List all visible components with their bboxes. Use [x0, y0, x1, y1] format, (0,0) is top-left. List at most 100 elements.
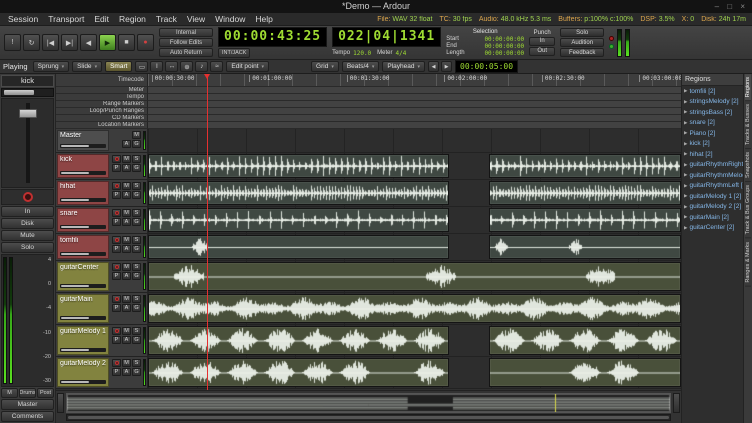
record-enable-button[interactable] [112, 236, 121, 244]
track-header-hihat[interactable]: hihatMSPAG [56, 180, 148, 206]
audio-region[interactable] [148, 326, 449, 355]
track-s-button[interactable]: S [132, 263, 141, 271]
track-m-button[interactable]: M [122, 263, 131, 271]
gain-slider[interactable] [1, 88, 54, 97]
audio-region[interactable] [148, 235, 449, 259]
ruler-label-range-markers[interactable]: Range Markers [56, 101, 148, 108]
region-list-item[interactable]: ▶tomfili [2] [682, 86, 743, 97]
mute-button[interactable]: Mute [1, 230, 54, 241]
disk-button[interactable]: Disk [1, 218, 54, 229]
sync-button[interactable]: INT/JACK [218, 48, 250, 58]
track-gain-fader[interactable] [60, 198, 106, 202]
mode-follow-edits[interactable]: Follow Edits [159, 38, 213, 47]
output-button[interactable]: Master [1, 399, 54, 410]
fader-panel[interactable] [1, 98, 54, 188]
region-list-item[interactable]: ▶guitarRhythmRight [2] [682, 160, 743, 171]
edit-mode-select[interactable]: Slide [72, 61, 102, 72]
mode-auto-return[interactable]: Auto Return [159, 48, 213, 57]
selection-row-clock[interactable]: 00:00:00:00 [484, 43, 524, 50]
track-gain-fader[interactable] [60, 380, 106, 384]
track-m-button[interactable]: M [132, 131, 141, 139]
track-m-button[interactable]: M [122, 182, 131, 190]
track-lane-guitarmelody-1[interactable] [148, 325, 681, 356]
ruler-label-timecode[interactable]: Timecode [56, 74, 148, 87]
punch-in[interactable]: In [529, 37, 555, 46]
audio-region[interactable] [148, 294, 681, 323]
track-a-button[interactable]: A [122, 245, 131, 253]
track-s-button[interactable]: S [132, 182, 141, 190]
transport-rewind[interactable]: ◀ [80, 34, 97, 51]
track-gain-fader[interactable] [60, 144, 106, 148]
expand-triangle-icon[interactable]: ▶ [684, 99, 687, 105]
transport-loop[interactable]: ↻ [23, 34, 40, 51]
track-g-button[interactable]: G [132, 164, 141, 172]
track-lane-hihat[interactable] [148, 180, 681, 206]
nudge-backward-button[interactable]: ◀ [428, 61, 439, 72]
audio-region[interactable] [148, 154, 449, 178]
track-header-guitarmelody-1[interactable]: guitarMelody 1MSPAG [56, 325, 148, 356]
punch-out[interactable]: Out [529, 47, 555, 56]
track-a-button[interactable]: A [122, 368, 131, 376]
region-list-item[interactable]: ▶snare [2] [682, 118, 743, 129]
snap-mode-select[interactable]: Grid [311, 61, 339, 72]
region-list-item[interactable]: ▶guitarCenter [2] [682, 223, 743, 234]
ruler-label-tempo[interactable]: Tempo [56, 94, 148, 101]
audio-region[interactable] [489, 326, 681, 355]
track-p-button[interactable]: P [112, 304, 121, 312]
summary-scroll-right[interactable] [673, 393, 680, 413]
track-gain-fader[interactable] [60, 252, 106, 256]
audio-region[interactable] [489, 154, 681, 178]
zoom-focus-select[interactable]: Playhead [382, 61, 425, 72]
audition-button[interactable]: Audition [560, 38, 604, 47]
track-m-button[interactable]: M [122, 155, 131, 163]
transport-stop[interactable]: ■ [118, 34, 135, 51]
track-m-button[interactable]: M [122, 209, 131, 217]
track-gain-fader[interactable] [60, 316, 106, 320]
transport-go-to-start[interactable]: |◀ [42, 34, 59, 51]
expand-triangle-icon[interactable]: ▶ [684, 151, 687, 157]
track-gain-fader[interactable] [60, 348, 106, 352]
region-list-item[interactable]: ▶guitarMain [2] [682, 212, 743, 223]
expand-triangle-icon[interactable]: ▶ [684, 172, 687, 178]
menu-help[interactable]: Help [250, 14, 277, 24]
track-lane-tomfili[interactable] [148, 234, 681, 260]
track-header-guitarmelody-2[interactable]: guitarMelody 2MSPAG [56, 357, 148, 388]
track-lane-master[interactable] [148, 129, 681, 152]
track-g-button[interactable]: G [132, 272, 141, 280]
audio-region[interactable] [489, 208, 681, 232]
transport-midi-panic[interactable]: ! [4, 34, 21, 51]
track-lane-guitarmain[interactable] [148, 293, 681, 324]
ruler-lane-location-markers[interactable] [148, 122, 681, 129]
region-list-item[interactable]: ▶guitarRhythmLeft [2] [682, 181, 743, 192]
gain-slider-thumb[interactable] [4, 90, 34, 95]
tool-draw[interactable]: ♪ [195, 61, 208, 72]
m-button[interactable]: M [1, 388, 18, 398]
tool-object[interactable]: ▭ [135, 61, 148, 72]
ruler-lane-range-markers[interactable] [148, 101, 681, 108]
track-a-button[interactable]: A [122, 218, 131, 226]
record-enable-button[interactable] [112, 295, 121, 303]
record-enable-button[interactable] [112, 182, 121, 190]
track-s-button[interactable]: S [132, 209, 141, 217]
track-p-button[interactable]: P [112, 191, 121, 199]
solo-button[interactable]: Solo [1, 242, 54, 253]
transport-go-to-end[interactable]: ▶| [61, 34, 78, 51]
track-m-button[interactable]: M [122, 295, 131, 303]
audio-region[interactable] [489, 235, 681, 259]
ruler-lane-meter[interactable] [148, 87, 681, 94]
track-g-button[interactable]: G [132, 336, 141, 344]
track-p-button[interactable]: P [112, 368, 121, 376]
track-s-button[interactable]: S [132, 359, 141, 367]
selection-row-clock[interactable]: 00:00:00:00 [484, 50, 524, 57]
track-a-button[interactable]: A [122, 304, 131, 312]
ruler-label-loop-punch-ranges[interactable]: Loop/Punch Ranges [56, 108, 148, 115]
track-gain-fader[interactable] [60, 225, 106, 229]
track-a-button[interactable]: A [122, 336, 131, 344]
summary-scroll-left[interactable] [57, 393, 64, 413]
track-g-button[interactable]: G [132, 140, 141, 148]
region-list-item[interactable]: ▶stringsBass [2] [682, 107, 743, 118]
smart-mode-button[interactable]: Smart [105, 61, 132, 72]
side-tab-ranges-marks[interactable]: Ranges & Marks [745, 239, 751, 287]
region-list-item[interactable]: ▶Piano [2] [682, 128, 743, 139]
track-lane-snare[interactable] [148, 207, 681, 233]
